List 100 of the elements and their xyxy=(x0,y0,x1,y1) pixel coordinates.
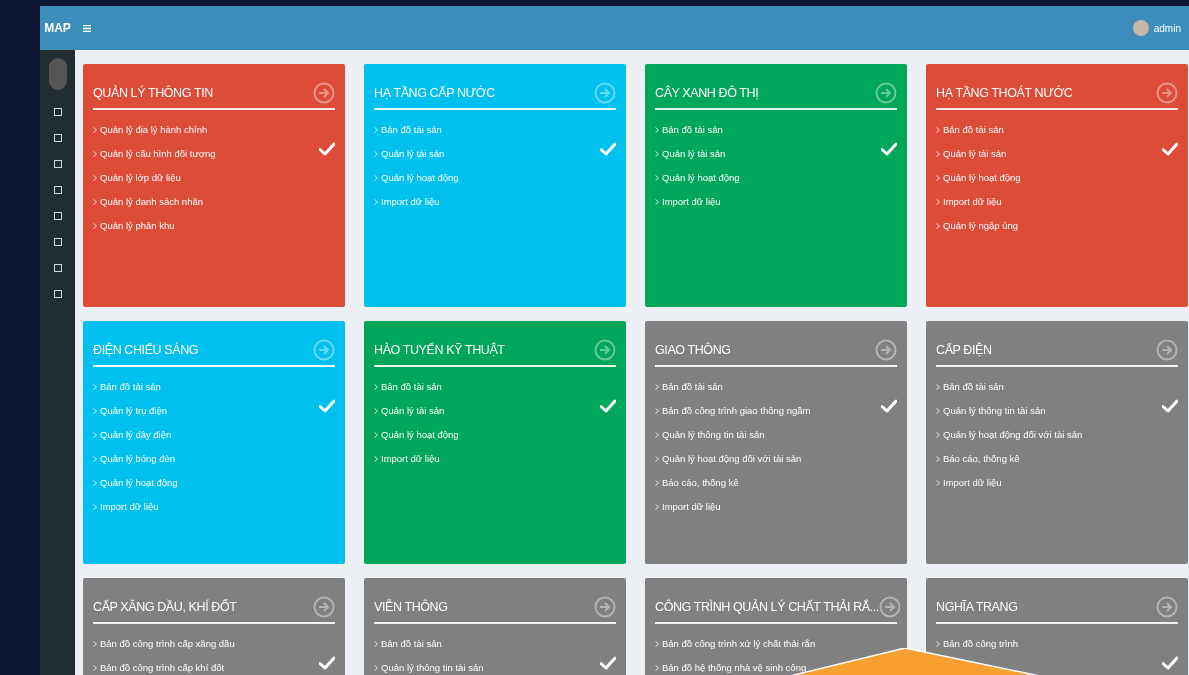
module-card[interactable]: VIỄN THÔNG Bản đồ tài sản Quản lý thông tin tài sản xyxy=(364,578,626,675)
card-menu-link[interactable]: Quản lý dây điện xyxy=(100,427,172,443)
card-menu-link[interactable]: Bản đồ hệ thống nhà vệ sinh công xyxy=(662,660,807,675)
module-card[interactable]: CẤP ĐIỆN Bản đồ tài sản Quản lý thông tin tài sản Quản lý hoạt động đối với tài sản Báo cáo, thống kê Import dữ liệu xyxy=(926,321,1188,564)
card-menu-link[interactable]: Bản đồ công trình cấp xăng dầu xyxy=(100,636,235,652)
chevron-icon xyxy=(936,175,940,181)
card-menu-link[interactable]: Bản đồ tài sản xyxy=(381,379,442,395)
module-card[interactable]: HÀO TUYẾN KỸ THUẬT Bản đồ tài sản Quản lý tài sản Quản lý hoạt động Import dữ liệu xyxy=(364,321,626,564)
chevron-icon xyxy=(374,384,378,390)
card-menu-link[interactable]: Import dữ liệu xyxy=(943,194,1002,210)
user-name[interactable]: admin xyxy=(1153,20,1181,36)
card-menu-link[interactable]: Import dữ liệu xyxy=(943,475,1002,491)
card-menu-link[interactable]: Bản đồ công trình xử lý chất thải rắn xyxy=(662,636,816,652)
card-menu-link[interactable]: Bản đồ công trình giao thông ngầm xyxy=(662,403,811,419)
card-title: GIAO THÔNG xyxy=(655,341,731,359)
card-menu-link[interactable]: Quản lý hoạt động xyxy=(943,170,1021,186)
chevron-icon xyxy=(93,223,97,229)
card-menu-link[interactable]: Quản lý cấu hình đối tượng xyxy=(100,146,216,162)
card-menu-link[interactable]: Bản đồ tài sản xyxy=(943,379,1004,395)
module-card[interactable]: QUẢN LÝ THÔNG TIN Quản lý địa lý hành chính Quản lý cấu hình đối tượng Quản lý lớp dữ liệu Quản lý danh sách nhãn Quản lý phân khu xyxy=(83,64,345,307)
card-menu-link[interactable]: Quản lý thông tin tài sản xyxy=(381,660,484,675)
card-menu-link[interactable]: Import dữ liệu xyxy=(100,499,159,515)
chevron-icon xyxy=(655,480,659,486)
checkmark-icon xyxy=(1162,399,1178,413)
card-menu-link[interactable]: Báo cáo, thống kê xyxy=(943,451,1020,467)
card-menu-link[interactable]: Bản đồ công trình cấp khí đốt xyxy=(100,660,225,675)
chevron-icon xyxy=(936,408,940,414)
checkmark-icon xyxy=(1162,656,1178,670)
chevron-icon xyxy=(374,665,378,671)
checkmark-icon xyxy=(881,142,897,156)
card-menu-link[interactable]: Quản lý tài sản xyxy=(381,403,445,419)
card-menu-link[interactable]: Quản lý hoạt động đối với tài sản xyxy=(662,451,802,467)
card-menu-link[interactable]: Quản lý hoạt động xyxy=(381,427,459,443)
card-menu-link[interactable]: Bản đồ tài sản xyxy=(662,122,723,138)
chevron-icon xyxy=(655,432,659,438)
card-menu-link[interactable]: Quản lý lớp dữ liệu xyxy=(100,170,181,186)
module-card[interactable]: GIAO THÔNG Bản đồ tài sản Bản đồ công trình giao thông ngầm Quản lý thông tin tài sản Quản lý hoạt động đối với tài sản Báo cáo, thống kê Import dữ liệu xyxy=(645,321,907,564)
card-menu-link[interactable]: Import dữ liệu xyxy=(381,451,440,467)
checkmark-icon xyxy=(1162,142,1178,156)
checkmark-icon xyxy=(600,656,616,670)
module-card[interactable]: NGHĨA TRANG Bản đồ công trình xyxy=(926,578,1188,675)
card-menu-link[interactable]: Bản đồ công trình xyxy=(943,636,1018,652)
chevron-icon xyxy=(374,127,378,133)
card-menu-link[interactable]: Quản lý hoạt động đối với tài sản xyxy=(943,427,1083,443)
module-card[interactable]: HẠ TẦNG CẤP NƯỚC Bản đồ tài sản Quản lý tài sản Quản lý hoạt động Import dữ liệu xyxy=(364,64,626,307)
chevron-icon xyxy=(93,432,97,438)
card-menu-link[interactable]: Báo cáo, thống kê xyxy=(662,475,739,491)
menu-icon[interactable] xyxy=(83,24,91,32)
card-menu-link[interactable]: Quản lý hoạt động xyxy=(381,170,459,186)
module-card[interactable]: CÂY XANH ĐÔ THỊ Bản đồ tài sản Quản lý tài sản Quản lý hoạt động Import dữ liệu xyxy=(645,64,907,307)
chevron-icon xyxy=(655,199,659,205)
chevron-icon xyxy=(93,127,97,133)
card-menu-link[interactable]: Quản lý phân khu xyxy=(100,218,175,234)
card-menu-link[interactable]: Import dữ liệu xyxy=(381,194,440,210)
chevron-icon xyxy=(93,456,97,462)
card-menu-link[interactable]: Import dữ liệu xyxy=(662,194,721,210)
module-card[interactable]: HẠ TẦNG THOÁT NƯỚC Bản đồ tài sản Quản lý tài sản Quản lý hoạt động Import dữ liệu Quản lý ngập úng xyxy=(926,64,1188,307)
chevron-icon xyxy=(655,175,659,181)
card-title: QUẢN LÝ THÔNG TIN xyxy=(93,84,213,102)
card-menu-link[interactable]: Quản lý thông tin tài sản xyxy=(943,403,1046,419)
card-menu-link[interactable]: Quản lý danh sách nhãn xyxy=(100,194,203,210)
chevron-icon xyxy=(93,199,97,205)
chevron-icon xyxy=(655,641,659,647)
chevron-icon xyxy=(655,456,659,462)
chevron-icon xyxy=(936,127,940,133)
card-menu-link[interactable]: Quản lý thông tin tài sản xyxy=(662,427,765,443)
card-menu-link[interactable]: Quản lý hoạt động xyxy=(662,170,740,186)
checkmark-icon xyxy=(319,142,335,156)
card-menu-link[interactable]: Bản đồ tài sản xyxy=(662,379,723,395)
chevron-icon xyxy=(374,199,378,205)
card-menu-link[interactable]: Quản lý ngập úng xyxy=(943,218,1018,234)
module-card[interactable]: CẤP XĂNG DẦU, KHÍ ĐỐT Bản đồ công trình cấp xăng dầu Bản đồ công trình cấp khí đốt xyxy=(83,578,345,675)
chevron-icon xyxy=(936,151,940,157)
chevron-icon xyxy=(374,641,378,647)
card-menu-link[interactable]: Quản lý tài sản xyxy=(943,146,1007,162)
card-menu-link[interactable]: Quản lý tài sản xyxy=(662,146,726,162)
card-menu-link[interactable]: Quản lý trụ điện xyxy=(100,403,168,419)
logo[interactable]: MAP xyxy=(44,19,71,37)
chevron-icon xyxy=(93,175,97,181)
card-menu-link[interactable]: Bản đồ tài sản xyxy=(943,122,1004,138)
card-menu-link[interactable]: Quản lý bóng đèn xyxy=(100,451,175,467)
module-card[interactable]: CÔNG TRÌNH QUẢN LÝ CHẤT THẢI RẮ... Bản đồ công trình xử lý chất thải rắn Bản đồ hệ thống nhà vệ sinh công xyxy=(645,578,907,675)
chevron-icon xyxy=(93,480,97,486)
card-menu-link[interactable]: Bản đồ tài sản xyxy=(381,122,442,138)
sidebar-avatar xyxy=(48,58,67,90)
card-title: HẠ TẦNG THOÁT NƯỚC xyxy=(936,84,1073,102)
card-menu-link[interactable]: Quản lý hoạt động xyxy=(100,475,178,491)
user-avatar[interactable] xyxy=(1132,20,1149,36)
card-menu-link[interactable]: Import dữ liệu xyxy=(662,499,721,515)
card-title: HÀO TUYẾN KỸ THUẬT xyxy=(374,341,505,359)
chevron-icon xyxy=(936,199,940,205)
card-menu-link[interactable]: Quản lý địa lý hành chính xyxy=(100,122,208,138)
chevron-icon xyxy=(936,384,940,390)
card-menu-link[interactable]: Bản đồ tài sản xyxy=(100,379,161,395)
chevron-icon xyxy=(655,151,659,157)
chevron-icon xyxy=(93,665,97,671)
card-menu-link[interactable]: Bản đồ tài sản xyxy=(381,636,442,652)
card-menu-link[interactable]: Quản lý tài sản xyxy=(381,146,445,162)
module-card[interactable]: ĐIỆN CHIẾU SÁNG Bản đồ tài sản Quản lý trụ điện Quản lý dây điện Quản lý bóng đèn Quản lý hoạt động Import dữ liệu xyxy=(83,321,345,564)
chevron-icon xyxy=(93,641,97,647)
